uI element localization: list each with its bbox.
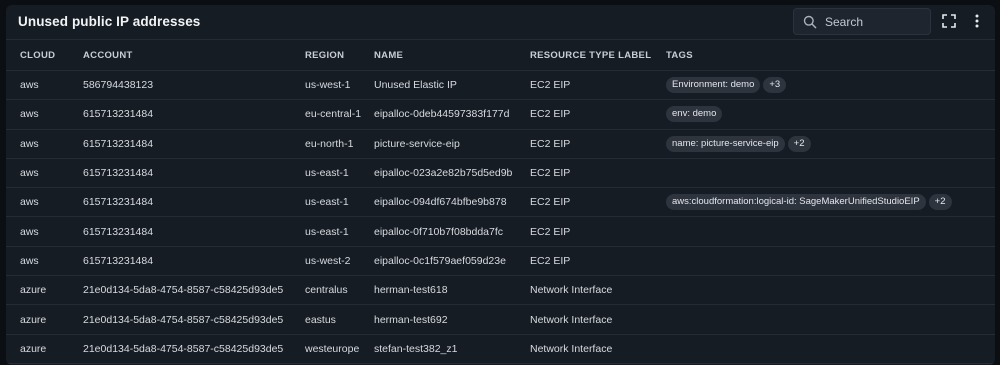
cell-account: 21e0d134-5da8-4754-8587-c58425d93de5 — [83, 304, 305, 335]
column-header-account[interactable]: ACCOUNT — [83, 39, 305, 71]
unused-ip-panel: Unused public IP addresses Search CLOUD … — [6, 5, 995, 365]
cell-name: herman-test618 — [374, 275, 530, 306]
cell-tags — [666, 246, 995, 277]
cell-type: EC2 EIP — [530, 99, 666, 130]
cell-region: eu-central-1 — [305, 99, 374, 130]
cell-cloud: azure — [6, 334, 83, 364]
cell-region: centralus — [305, 275, 374, 306]
cell-tags — [666, 158, 995, 189]
table-header: CLOUD ACCOUNT REGION NAME RESOURCE TYPE LABE… — [6, 39, 995, 71]
tag-chip[interactable]: Environment: demo — [666, 77, 761, 94]
cell-account: 21e0d134-5da8-4754-8587-c58425d93de5 — [83, 275, 305, 306]
cell-type: EC2 EIP — [530, 187, 666, 218]
cell-account: 586794438123 — [83, 70, 305, 101]
cell-account: 615713231484 — [83, 129, 305, 159]
search-box[interactable]: Search — [793, 8, 931, 35]
cell-region: us-east-1 — [305, 187, 374, 218]
cell-account: 21e0d134-5da8-4754-8587-c58425d93de5 — [83, 334, 305, 364]
tag-more-badge[interactable]: +2 — [787, 135, 811, 152]
cell-type: EC2 EIP — [530, 129, 666, 159]
column-header-region[interactable]: REGION — [305, 39, 374, 71]
cell-region: us-east-1 — [305, 158, 374, 189]
more-vertical-icon — [975, 14, 979, 28]
cell-tags — [666, 304, 995, 335]
table-row[interactable]: aws 615713231484 eu-north-1 picture-service… — [6, 129, 995, 159]
table-row[interactable]: aws 586794438123 us-west-1 Unused Elastic I… — [6, 70, 995, 101]
cell-type: Network Interface — [530, 334, 666, 364]
cell-name: eipalloc-094df674bfbe9b878 — [374, 187, 530, 218]
tag-chip[interactable]: name: picture-service-eip — [666, 135, 785, 152]
cell-tags — [666, 275, 995, 306]
cell-type: EC2 EIP — [530, 246, 666, 277]
cell-name: eipalloc-0f710b7f08bdda7fc — [374, 216, 530, 247]
cell-type: EC2 EIP — [530, 70, 666, 101]
cell-tags: env: demo — [666, 99, 995, 130]
cell-account: 615713231484 — [83, 187, 305, 218]
cell-region: us-west-2 — [305, 246, 374, 277]
cell-name: eipalloc-023a2e82b75d5ed9b — [374, 158, 530, 189]
cell-region: us-west-1 — [305, 70, 374, 101]
column-header-cloud[interactable]: CLOUD — [6, 39, 83, 71]
cell-region: eastus — [305, 304, 374, 335]
cell-account: 615713231484 — [83, 99, 305, 130]
table-row[interactable]: aws 615713231484 us-east-1 eipalloc-0f710b7… — [6, 216, 995, 247]
cell-tags: Environment: demo +3 — [666, 70, 995, 101]
cell-cloud: aws — [6, 70, 83, 101]
cell-type: Network Interface — [530, 304, 666, 335]
cell-cloud: aws — [6, 99, 83, 130]
tag-more-badge[interactable]: +2 — [928, 194, 952, 211]
cell-tags — [666, 334, 995, 364]
cell-tags — [666, 216, 995, 247]
cell-cloud: aws — [6, 129, 83, 159]
cell-cloud: aws — [6, 246, 83, 277]
table-row[interactable]: aws 615713231484 eu-central-1 eipalloc-0deb… — [6, 99, 995, 130]
tag-chip[interactable]: aws:cloudformation:logical-id: SageMaker… — [666, 194, 926, 211]
cell-region: westeurope — [305, 334, 374, 364]
cell-cloud: aws — [6, 187, 83, 218]
cell-name: eipalloc-0deb44597383f177d — [374, 99, 530, 130]
fullscreen-icon — [942, 14, 956, 28]
more-options-button[interactable] — [969, 13, 985, 29]
header-row: CLOUD ACCOUNT REGION NAME RESOURCE TYPE LABE… — [6, 39, 995, 71]
cell-tags: aws:cloudformation:logical-id: SageMaker… — [666, 187, 995, 218]
panel-header: Unused public IP addresses Search — [6, 5, 995, 39]
cell-tags: name: picture-service-eip +2 — [666, 129, 995, 159]
cell-account: 615713231484 — [83, 158, 305, 189]
column-header-name[interactable]: NAME — [374, 39, 530, 71]
cell-cloud: azure — [6, 304, 83, 335]
tag-more-badge[interactable]: +3 — [763, 77, 787, 94]
column-header-tags[interactable]: TAGS — [666, 39, 995, 71]
cell-type: EC2 EIP — [530, 216, 666, 247]
table-row[interactable]: azure 21e0d134-5da8-4754-8587-c58425d93de… — [6, 304, 995, 335]
cell-name: Unused Elastic IP — [374, 70, 530, 101]
cell-account: 615713231484 — [83, 216, 305, 247]
panel-title: Unused public IP addresses — [18, 14, 201, 29]
cell-type: EC2 EIP — [530, 158, 666, 189]
tag-chip[interactable]: env: demo — [666, 106, 723, 123]
cell-cloud: azure — [6, 275, 83, 306]
unused-ip-table: CLOUD ACCOUNT REGION NAME RESOURCE TYPE LABE… — [6, 39, 995, 364]
table-body: aws 586794438123 us-west-1 Unused Elastic I… — [6, 70, 995, 364]
fullscreen-button[interactable] — [941, 13, 957, 29]
table-row[interactable]: aws 615713231484 us-west-2 eipalloc-0c1f579… — [6, 246, 995, 277]
table-row[interactable]: aws 615713231484 us-east-1 eipalloc-023a2e8… — [6, 158, 995, 189]
cell-name: eipalloc-0c1f579aef059d23e — [374, 246, 530, 277]
table-row[interactable]: azure 21e0d134-5da8-4754-8587-c58425d93de… — [6, 334, 995, 364]
cell-name: herman-test692 — [374, 304, 530, 335]
cell-cloud: aws — [6, 216, 83, 247]
cell-account: 615713231484 — [83, 246, 305, 277]
table-row[interactable]: aws 615713231484 us-east-1 eipalloc-094df67… — [6, 187, 995, 218]
cell-cloud: aws — [6, 158, 83, 189]
cell-type: Network Interface — [530, 275, 666, 306]
cell-name: picture-service-eip — [374, 129, 530, 159]
cell-region: us-east-1 — [305, 216, 374, 247]
cell-region: eu-north-1 — [305, 129, 374, 159]
cell-name: stefan-test382_z1 — [374, 334, 530, 364]
column-header-resource-type-label[interactable]: RESOURCE TYPE LABEL — [530, 39, 666, 71]
table-row[interactable]: azure 21e0d134-5da8-4754-8587-c58425d93de… — [6, 275, 995, 306]
